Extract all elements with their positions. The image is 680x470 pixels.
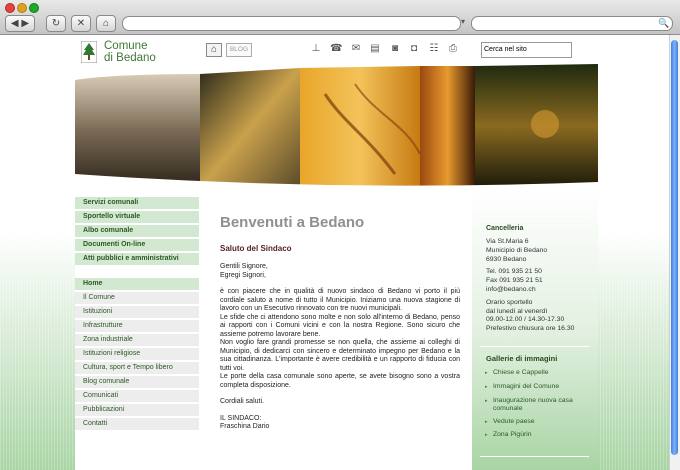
paragraph-1: è con piacere che in qualità di nuovo si… [220,288,460,312]
divider [480,346,589,347]
browser-search-field[interactable]: 🔍 [471,16,673,31]
menu-item-home[interactable]: Home [75,278,199,290]
bullet-icon: ▸ [485,384,488,390]
divider [480,456,589,457]
menu-item-comunicati[interactable]: Comunicati [75,390,199,402]
phone-icon[interactable]: ☎ [330,43,342,55]
fax: Fax 091 935 21 51 [486,277,543,285]
print-icon[interactable]: ⎙ [447,43,459,55]
menu-item-albo-comunale[interactable]: Albo comunale [75,225,199,237]
menu-item-blog-comunale[interactable]: Blog comunale [75,376,199,388]
home-icon[interactable]: ⌂ [96,15,116,32]
menu-item-infrastrutture[interactable]: Infrastrutture [75,320,199,332]
closing-line: Cordiali saluti. [220,398,264,405]
blog-button[interactable]: BLOG [226,43,252,57]
sitemap-icon[interactable]: ☷ [428,43,440,55]
signature-name: Fraschina Dario [220,423,270,430]
stop-icon[interactable]: ✕ [71,15,91,32]
menu-item-pubblicazioni[interactable]: Pubblicazioni [75,404,199,416]
minimize-window-button[interactable] [17,3,27,13]
bullet-icon: ▸ [485,370,488,376]
article-body: Gentili Signore, Egregi Signori, è con p… [220,263,460,432]
menu-item-servizi-comunali[interactable]: Servizi comunali [75,197,199,209]
car-icon[interactable]: ◘ [408,43,420,55]
contact-title: Cancelleria [486,225,524,232]
divider [480,216,589,217]
paragraph-3: Non voglio fare grandi promesse se non q… [220,339,460,372]
email-link[interactable]: info@bedano.ch [486,286,574,295]
address-line-2: Municipio di Bedano [486,246,548,254]
gallery-item[interactable]: ▸ Vedute paese [485,418,585,426]
menu-item-sportello-virtuale[interactable]: Sportello virtuale [75,211,199,223]
browser-toolbar: ◀ ▶ ↻ ✕ ⌂ ▾ 🔍 [0,0,680,35]
menu-item-contatti[interactable]: Contatti [75,418,199,430]
mail-icon[interactable]: ✉ [350,43,362,55]
address-line-3: 6930 Bedano [486,255,527,263]
menu-item-istituzioni-religiose[interactable]: Istituzioni religiose [75,348,199,360]
address-bar[interactable] [122,16,461,31]
tree-logo-icon[interactable] [81,41,97,63]
signature-title: IL SINDACO: [220,414,262,422]
bullet-icon: ▸ [485,398,488,404]
menu-item-zona-industriale[interactable]: Zona industriale [75,334,199,346]
gallery-item[interactable]: ▸ Immagini del Comune [485,383,585,391]
logo-line-2: di Bedano [104,52,156,64]
header-banner-image [75,64,598,188]
hours-line-1: Orario sportello [486,298,533,306]
address-line-1: Via St.Maria 6 [486,238,529,245]
zoom-window-button[interactable] [29,3,39,13]
address-dropdown-icon[interactable]: ▾ [461,17,465,26]
menu-item-atti-pubblici[interactable]: Atti pubblici e amministrativi [75,253,199,265]
documents-icon[interactable]: ▤ [369,43,381,55]
greeting-line-1: Gentili Signore, [220,263,268,270]
bullet-icon: ▸ [485,432,488,438]
logo-line-1: Comune [104,40,148,52]
reload-icon[interactable]: ↻ [46,15,66,32]
menu-item-istituzioni[interactable]: Istituzioni [75,306,199,318]
camera-icon[interactable]: ◙ [389,43,401,55]
gallery-item[interactable]: ▸ Chiese e Cappelle [485,369,585,377]
paragraph-4: Le porte della casa comunale sono aperte… [220,373,460,389]
menu-item-cultura-sport[interactable]: Cultura, sport e Tempo libero [75,362,199,374]
menu-item-il-comune[interactable]: Il Comune [75,292,199,304]
scrollbar-thumb[interactable] [671,40,678,455]
main-services-menu: Servizi comunali Sportello virtuale Albo… [75,197,199,267]
paragraph-2: Le sfide che ci attendono sono molte e n… [220,313,460,338]
hours-line-2: dal lunedì al venerdì [486,307,548,315]
hours-line-4: Prefestivo chiusura ore 16.30 [486,325,575,333]
hours-line-3: 09.00-12.00 / 14.30-17.30 [486,316,565,324]
gallery-item[interactable]: ▸ Inaugurazione nuova casa comunale [485,397,585,413]
greeting-line-2: Egregi Signori, [220,271,266,279]
gallery-item[interactable]: ▸ Zona Pigürin [485,431,585,439]
main-article: Benvenuti a Bedano Saluto del Sindaco Ge… [220,214,460,432]
home-icon[interactable]: ⌂ [206,43,222,57]
section-navigation-menu: Home Il Comune Istituzioni Infrastruttur… [75,278,199,432]
bullet-icon: ▸ [485,419,488,425]
back-forward-button[interactable]: ◀ ▶ [5,15,35,32]
close-window-button[interactable] [5,3,15,13]
site-logo[interactable]: Comune di Bedano [104,40,156,64]
gallery-title: Gallerie di immagini [486,354,558,363]
page-title: Benvenuti a Bedano [220,214,365,231]
site-search-input[interactable] [481,42,572,58]
search-icon: 🔍 [658,18,670,28]
article-subtitle: Saluto del Sindaco [220,244,292,253]
menu-item-documenti-online[interactable]: Documenti On-line [75,239,199,251]
contact-info: Via St.Maria 6 Municipio di Bedano 6930 … [486,238,574,334]
stamp-icon[interactable]: ⊥ [310,43,322,55]
telephone: Tel. 091 935 21 50 [486,268,542,276]
